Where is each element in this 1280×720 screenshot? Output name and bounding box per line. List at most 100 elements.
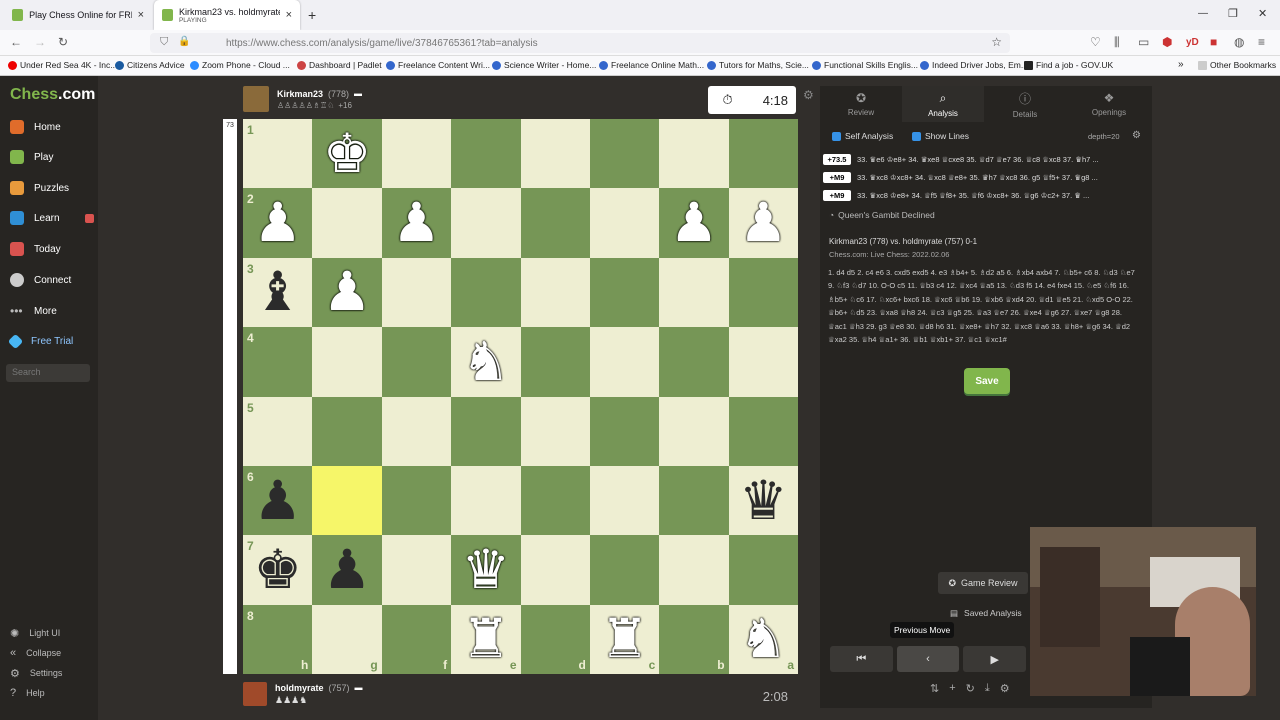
browser-tab-2[interactable]: Kirkman23 vs. holdmyrate | Ana PLAYING ×	[154, 0, 300, 30]
white-pawn-icon[interactable]: ♟	[739, 196, 787, 250]
sidebar-item-learn[interactable]: Learn	[10, 208, 94, 228]
board-square[interactable]	[520, 465, 590, 536]
collapse-button[interactable]: «Collapse	[10, 643, 61, 663]
new-tab-button[interactable]: +	[308, 7, 316, 23]
move-list[interactable]: 1. d4 d5 2. c4 e6 3. cxd5 exd5 4. e3 ♗b4…	[828, 266, 1142, 346]
board-square[interactable]: ♟	[312, 535, 382, 605]
download-icon[interactable]: ⤓	[985, 682, 990, 695]
board-square[interactable]	[659, 257, 729, 328]
board-square[interactable]: 3 ♝	[243, 257, 313, 328]
maximize-button[interactable]: ❐	[1228, 7, 1238, 20]
white-pawn-icon[interactable]: ♟	[253, 196, 301, 250]
white-pawn-icon[interactable]: ♟	[392, 196, 440, 250]
sidebar-item-puzzles[interactable]: Puzzles	[10, 178, 69, 198]
board-square[interactable]: ♟	[728, 188, 798, 258]
extension-icon[interactable]: ⬢	[1162, 35, 1172, 49]
add-icon[interactable]: +	[949, 682, 955, 695]
white-knight-icon[interactable]: ♞	[739, 612, 787, 666]
bookmark-item[interactable]: Freelance Content Wri...	[386, 60, 490, 70]
board-square[interactable]	[520, 119, 590, 189]
board-square[interactable]: 8h	[243, 604, 313, 674]
avatar[interactable]	[243, 682, 267, 706]
board-square[interactable]	[451, 465, 521, 536]
board-square[interactable]: g	[312, 604, 382, 674]
bookmark-item[interactable]: Citizens Advice	[115, 60, 185, 70]
board-square[interactable]	[589, 188, 660, 258]
engine-line[interactable]: +73.5 33. ♛e6 ♔e8+ 34. ♛xe8 ♕cxe8 35. ♕d7…	[823, 151, 1148, 167]
minimize-button[interactable]: —	[1198, 8, 1208, 19]
board-square[interactable]	[381, 465, 452, 536]
board-square[interactable]	[589, 396, 660, 466]
back-icon[interactable]: ←	[10, 35, 22, 49]
board-square[interactable]: ♛	[451, 535, 521, 605]
board-square[interactable]: 4	[243, 327, 313, 397]
white-pawn-icon[interactable]: ♟	[323, 265, 371, 319]
next-move-button[interactable]: ▶	[963, 646, 1027, 672]
board-square[interactable]	[451, 188, 521, 258]
board-square[interactable]	[520, 396, 590, 466]
tab-review[interactable]: ✪ Review	[820, 86, 902, 122]
board-square[interactable]	[589, 535, 660, 605]
board-square[interactable]: ♞	[451, 327, 521, 397]
bookmark-item[interactable]: Functional Skills Englis...	[812, 60, 918, 70]
board-square[interactable]: 1	[243, 119, 313, 189]
pocket-icon[interactable]: ♡	[1090, 35, 1101, 49]
board-square[interactable]	[451, 257, 521, 328]
flip-board-icon[interactable]: ⇅	[930, 682, 939, 695]
url-bar[interactable]: ⛉ 🔒 https://www.chess.com/analysis/game/…	[150, 33, 1010, 53]
board-square[interactable]	[381, 119, 452, 189]
white-pawn-icon[interactable]: ♟	[670, 196, 718, 250]
board-square[interactable]: d	[520, 604, 590, 674]
bookmark-item[interactable]: Dashboard | Padlet	[297, 60, 382, 70]
board-square[interactable]	[728, 119, 798, 189]
tab-close-icon[interactable]: ×	[286, 9, 292, 21]
white-rook-icon[interactable]: ♜	[462, 612, 510, 666]
board-square[interactable]	[520, 188, 590, 258]
board-square[interactable]: b	[659, 604, 729, 674]
menu-icon[interactable]: ≡	[1258, 35, 1265, 49]
save-button[interactable]: Save	[964, 368, 1010, 394]
board-square[interactable]	[728, 396, 798, 466]
board-square[interactable]: ♛	[728, 465, 798, 536]
bookmark-item[interactable]: Indeed Driver Jobs, Em...	[920, 60, 1028, 70]
board-square[interactable]	[589, 327, 660, 397]
tab-close-icon[interactable]: ×	[138, 9, 144, 21]
library-icon[interactable]: ⫼	[1114, 35, 1120, 50]
board-square[interactable]	[589, 257, 660, 328]
bookmark-item[interactable]: Zoom Phone - Cloud ...	[190, 60, 290, 70]
reload-icon[interactable]: ↻	[58, 35, 68, 49]
board-square[interactable]	[520, 535, 590, 605]
white-king-icon[interactable]: ♚	[323, 126, 371, 181]
black-bishop-icon[interactable]: ♝	[253, 265, 301, 319]
sidebar-item-home[interactable]: Home	[10, 117, 61, 137]
globe-icon[interactable]: ◍	[1234, 35, 1244, 49]
sidebar-item-more[interactable]: ••• More	[10, 301, 57, 321]
opening-name[interactable]: ◔ Queen's Gambit Declined	[829, 210, 935, 220]
bookmark-item[interactable]: Freelance Online Math...	[599, 60, 704, 70]
black-queen-icon[interactable]: ♛	[739, 473, 787, 528]
board-square[interactable]	[728, 327, 798, 397]
extension-red-icon[interactable]: ■	[1210, 35, 1217, 49]
board-square[interactable]	[312, 327, 382, 397]
search-input[interactable]: Search	[6, 364, 90, 382]
board-square[interactable]: 7 ♚	[243, 535, 313, 605]
player-name[interactable]: Kirkman23	[277, 89, 323, 99]
game-review-button[interactable]: ✪ Game Review	[938, 572, 1028, 594]
light-ui-toggle[interactable]: ✺ Light UI	[10, 623, 60, 643]
self-analysis-checkbox[interactable]: Self Analysis	[832, 131, 893, 142]
board-square[interactable]	[312, 465, 382, 536]
board-square[interactable]	[451, 119, 521, 189]
board-square[interactable]	[659, 465, 729, 536]
board-square[interactable]: e ♜	[451, 604, 521, 674]
other-bookmarks[interactable]: Other Bookmarks	[1198, 60, 1276, 70]
engine-settings-icon[interactable]: ⚙	[1132, 130, 1141, 141]
board-square[interactable]: 6 ♟	[243, 465, 313, 536]
tab-details[interactable]: ⓘ Details	[984, 86, 1066, 122]
browser-tab-1[interactable]: Play Chess Online for FREE with ×	[4, 0, 152, 30]
sidebar-item-today[interactable]: Today	[10, 239, 61, 259]
free-trial-link[interactable]: Free Trial	[7, 331, 73, 351]
board-square[interactable]: ♟	[381, 188, 452, 258]
black-king-icon[interactable]: ♚	[253, 542, 301, 597]
board-square[interactable]	[589, 465, 660, 536]
help-link[interactable]: ? Help	[10, 683, 45, 703]
